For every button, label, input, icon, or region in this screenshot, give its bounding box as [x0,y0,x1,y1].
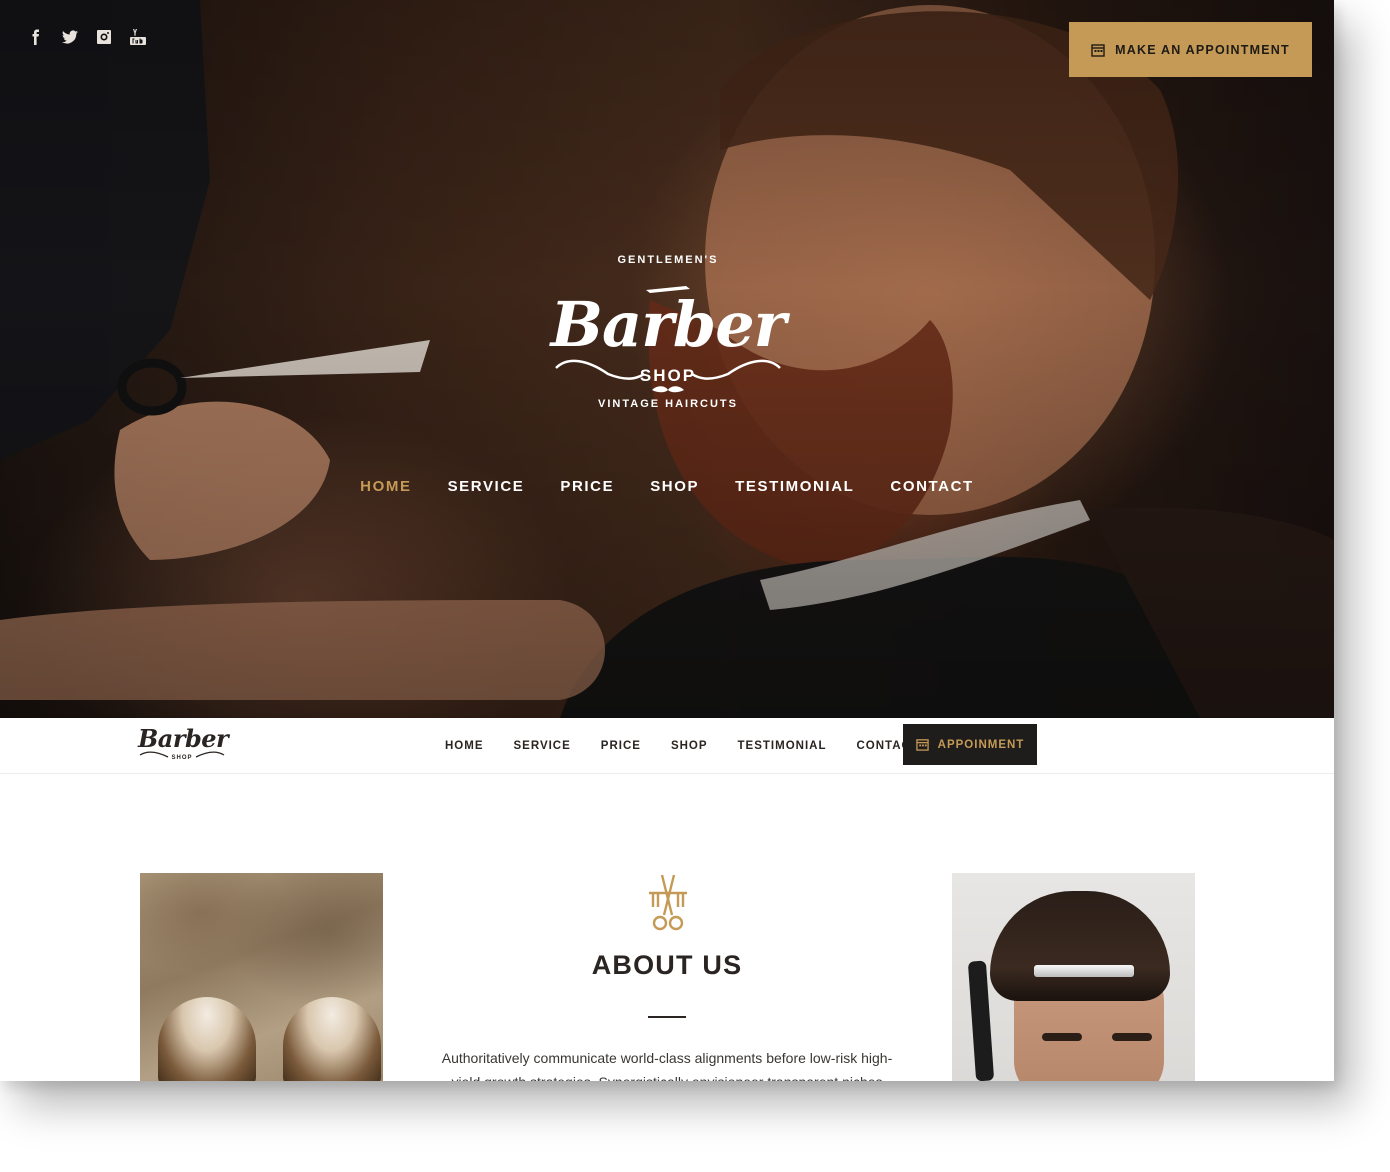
hero-logo: GENTLEMEN'S Barber SHOP VINTAGE HAIRCUTS [548,248,788,428]
facebook-icon[interactable] [26,28,46,46]
sticky-nav-shop[interactable]: SHOP [671,740,708,752]
sticky-logo[interactable]: Barber SHOP [138,722,229,768]
sticky-logo-shop: SHOP [171,755,193,761]
sticky-appointment-button[interactable]: APPOINMENT [903,724,1037,765]
barber-razor-image [952,873,1195,1081]
calendar-icon [1091,43,1105,57]
calendar-icon [915,739,929,751]
hero-nav: HOME SERVICE PRICE SHOP TESTIMONIAL CONT… [0,478,1334,495]
hero-nav-shop[interactable]: SHOP [650,478,699,495]
make-appointment-button[interactable]: MAKE AN APPOINTMENT [1069,22,1312,77]
about-text: Authoritatively communicate world-class … [441,1050,893,1081]
sticky-nav-home[interactable]: HOME [445,740,484,752]
scissors-comb-icon [649,874,687,931]
model-hair [990,891,1170,1001]
about-divider [648,1016,686,1018]
logo-shop-text: SHOP [639,366,697,385]
razor-blade [1034,965,1134,977]
hero-section: MAKE AN APPOINTMENT GENTLEMEN'S Barber S… [0,0,1334,718]
sticky-nav-service[interactable]: SERVICE [514,740,571,752]
shaving-brushes-image [140,873,383,1081]
logo-top-text: GENTLEMEN'S [617,254,719,266]
sticky-logo-script: Barber [138,724,229,753]
shaving-brush-right [283,997,381,1081]
hero-nav-service[interactable]: SERVICE [448,478,525,495]
social-links [26,28,148,46]
shaving-brush-left [158,997,256,1081]
sticky-nav-testimonial[interactable]: TESTIMONIAL [738,740,827,752]
about-section: ABOUT US Authoritatively communicate wor… [0,774,1334,1081]
sticky-appointment-label: APPOINMENT [937,738,1025,751]
logo-bottom-text: VINTAGE HAIRCUTS [598,398,738,410]
hero-nav-price[interactable]: PRICE [560,478,614,495]
hero-nav-testimonial[interactable]: TESTIMONIAL [735,478,854,495]
twitter-icon[interactable] [60,28,80,46]
about-title: ABOUT US [591,950,743,980]
instagram-icon[interactable] [94,28,114,46]
sticky-nav: HOME SERVICE PRICE SHOP TESTIMONIAL CONT… [430,718,934,774]
logo-script-text: Barber [550,288,787,361]
make-appointment-label: MAKE AN APPOINTMENT [1115,42,1290,57]
sticky-nav-price[interactable]: PRICE [601,740,641,752]
hero-nav-contact[interactable]: CONTACT [890,478,973,495]
sticky-header: Barber SHOP HOME SERVICE PRICE SHOP TEST… [0,718,1334,774]
browser-frame: MAKE AN APPOINTMENT GENTLEMEN'S Barber S… [0,0,1334,1081]
youtube-icon[interactable] [128,28,148,46]
model-brow-left [1042,1033,1082,1041]
model-brow-right [1112,1033,1152,1041]
hero-nav-home[interactable]: HOME [360,478,411,495]
